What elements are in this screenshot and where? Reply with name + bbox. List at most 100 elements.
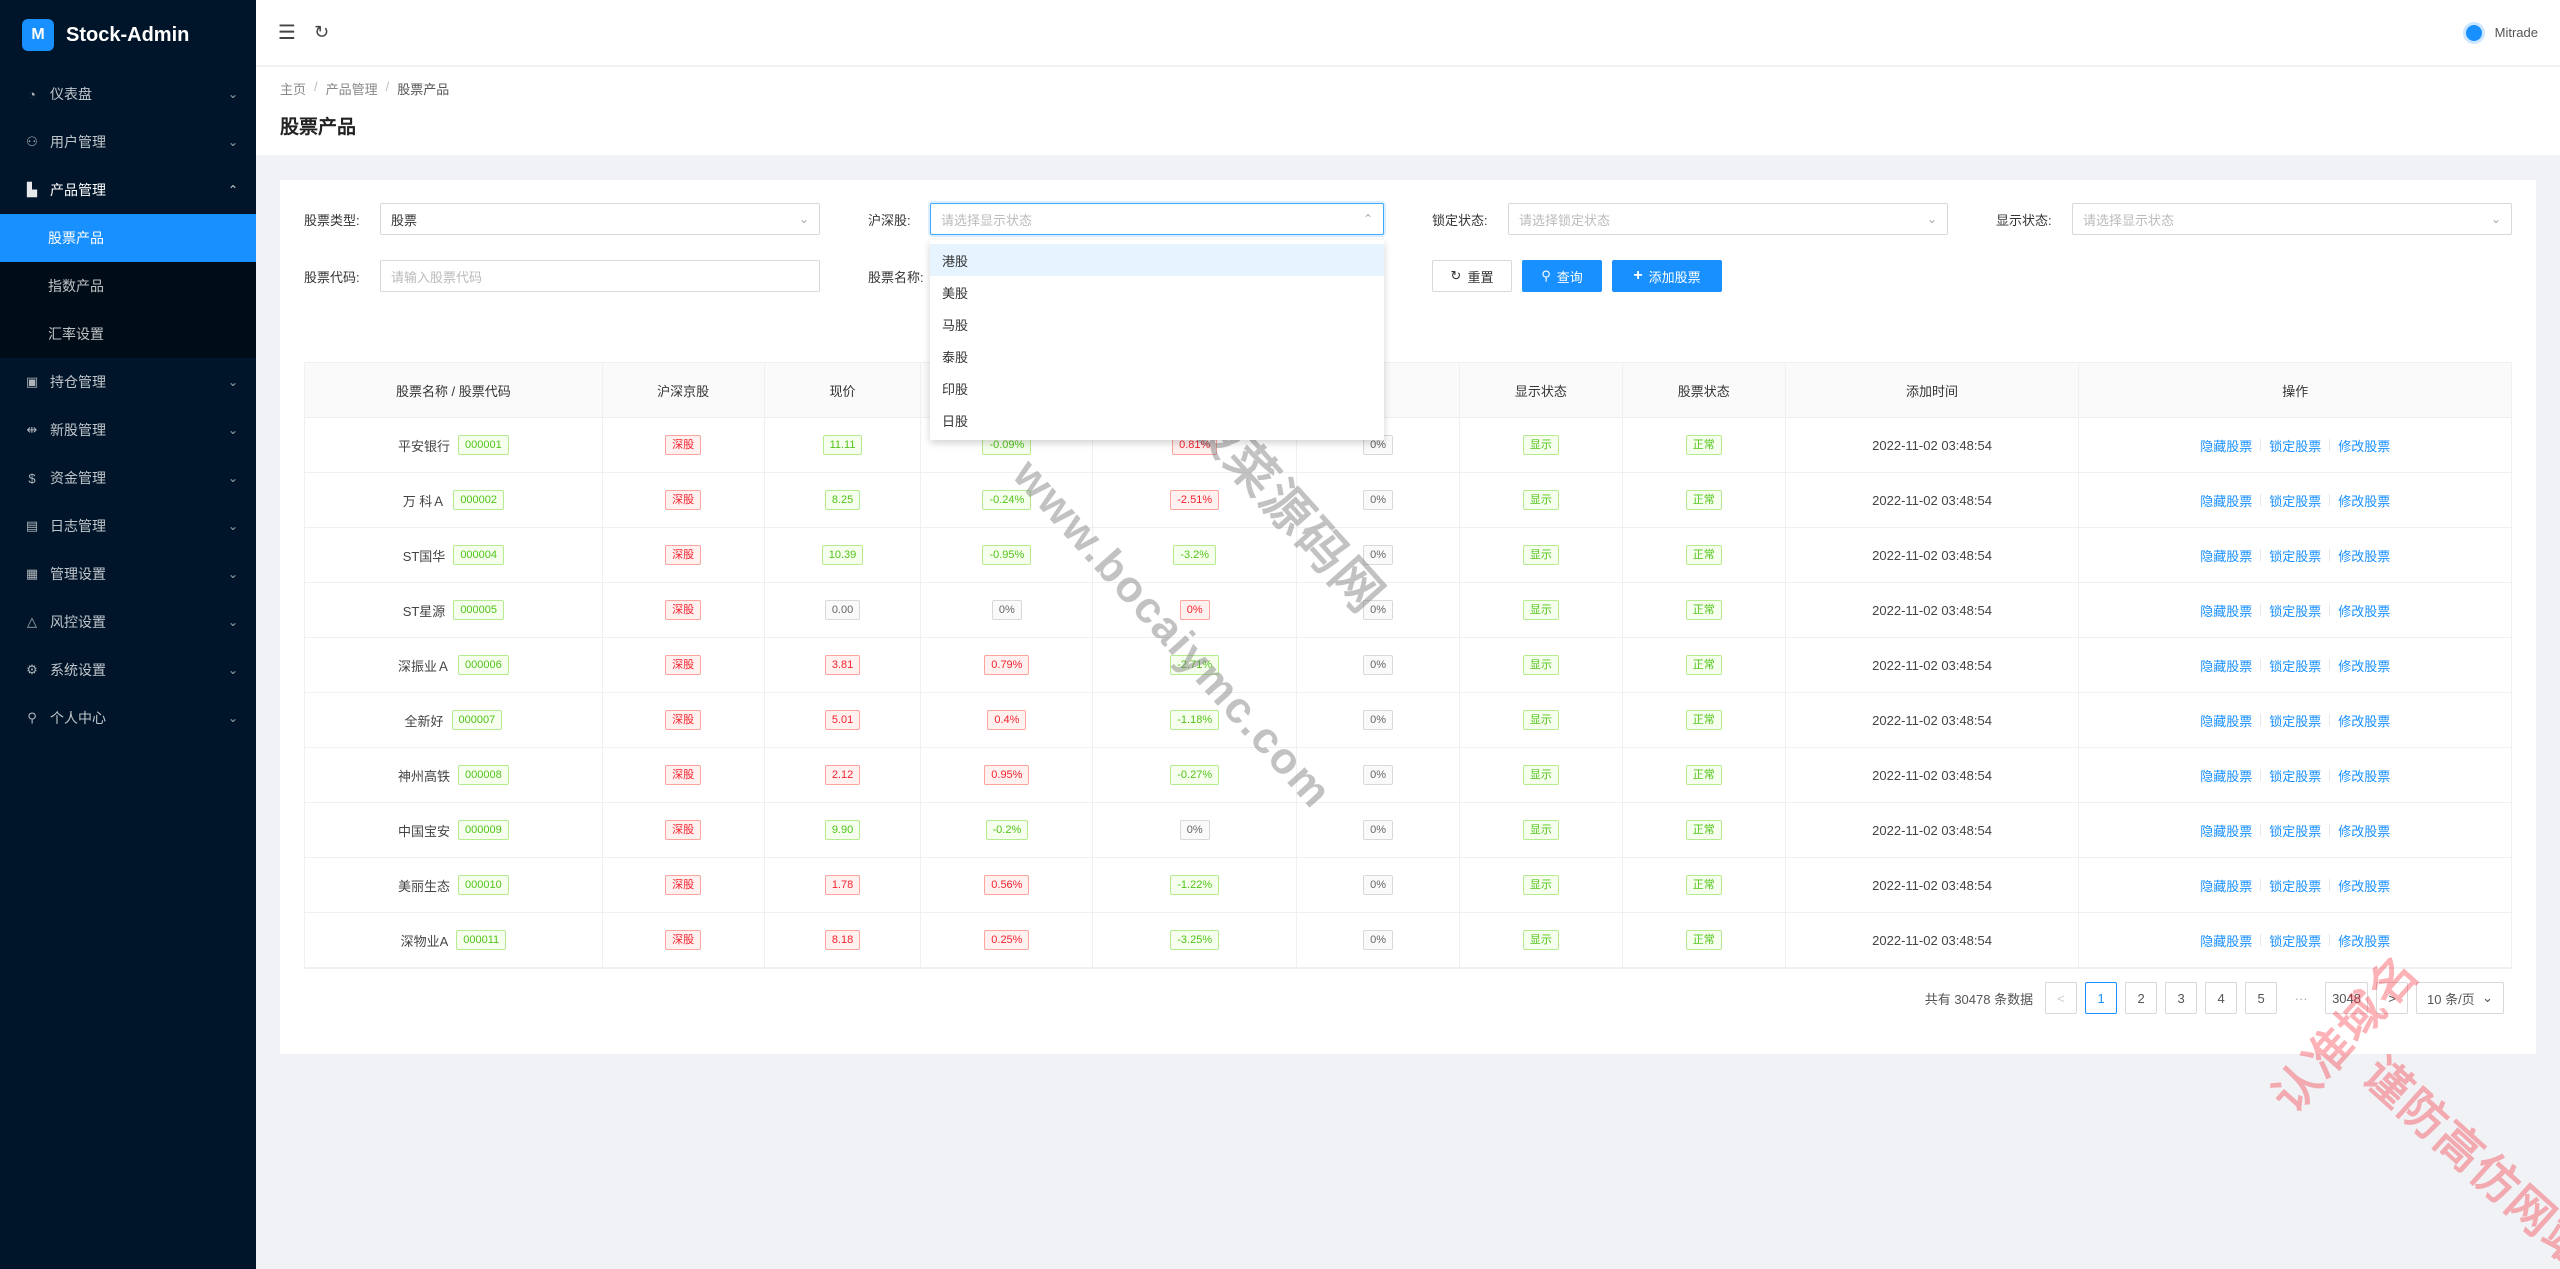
lock-stock-link[interactable]: 锁定股票 [2269, 821, 2321, 840]
sidebar-subitem[interactable]: 指数产品 [0, 262, 256, 310]
edit-stock-link[interactable]: 修改股票 [2338, 656, 2390, 675]
hide-stock-link[interactable]: 隐藏股票 [2200, 821, 2252, 840]
search-button[interactable]: ⚲ 查询 [1522, 260, 1602, 292]
sidebar-item[interactable]: ⚲ 个人中心 ⌄ [0, 694, 256, 742]
stock-type-select[interactable]: 股票 ⌄ [380, 203, 820, 235]
sidebar-item[interactable]: ◔ 仪表盘 ⌄ [0, 70, 256, 118]
sidebar-subitem[interactable]: 汇率设置 [0, 310, 256, 358]
sidebar-subitem[interactable]: 股票产品 [0, 214, 256, 262]
user-menu[interactable]: Mitrade [2462, 21, 2538, 44]
sidebar-item[interactable]: ▤ 日志管理 ⌄ [0, 502, 256, 550]
edit-stock-link[interactable]: 修改股票 [2338, 931, 2390, 950]
edit-stock-link[interactable]: 修改股票 [2338, 491, 2390, 510]
change-cell: 0.95% [921, 748, 1094, 802]
edit-stock-link[interactable]: 修改股票 [2338, 711, 2390, 730]
chevron-down-icon: ⌄ [227, 471, 238, 485]
lock-stock-link[interactable]: 锁定股票 [2269, 711, 2321, 730]
sidebar-item[interactable]: ▙ 产品管理 ⌃ [0, 166, 256, 214]
menu-fold-icon[interactable]: ☰ [278, 20, 296, 45]
add-stock-button[interactable]: + 添加股票 [1612, 260, 1722, 292]
hs-select[interactable]: 请选择显示状态 ⌃ [930, 203, 1384, 235]
sidebar-item[interactable]: △ 风控设置 ⌄ [0, 598, 256, 646]
page-button[interactable]: 2 [2125, 982, 2158, 1014]
sidebar-item-label: 个人中心 [50, 710, 106, 726]
lock-stock-link[interactable]: 锁定股票 [2269, 931, 2321, 950]
hide-stock-link[interactable]: 隐藏股票 [2200, 766, 2252, 785]
hide-stock-link[interactable]: 隐藏股票 [2200, 656, 2252, 675]
show-status-cell: 显示 [1460, 803, 1623, 857]
stock-status-cell: 正常 [1623, 748, 1786, 802]
lock-stock-link[interactable]: 锁定股票 [2269, 601, 2321, 620]
prev-page-button[interactable]: < [2045, 982, 2078, 1014]
lock-stock-link[interactable]: 锁定股票 [2269, 491, 2321, 510]
change-tag: 0.56% [984, 875, 1030, 895]
dropdown-option[interactable]: 印股 [930, 372, 1384, 404]
stock-code-input[interactable]: 请输入股票代码 [380, 260, 820, 292]
table-row: 深振业Ａ 000006 深股 3.81 0.79% -2.71% 0% 显示 正常 2022-11… [305, 638, 2511, 693]
lock-status-select[interactable]: 请选择锁定状态 ⌄ [1508, 203, 1948, 235]
content-card: 股票类型: 股票 ⌄ 沪深股: 请选择显示状态 ⌃ 锁定状态: 请选择锁定状态 … [280, 180, 2536, 1054]
breadcrumb-section[interactable]: 产品管理 [326, 79, 378, 98]
actions-cell: 隐藏股票 锁定股票 修改股票 [2079, 583, 2511, 637]
lock-stock-link[interactable]: 锁定股票 [2269, 766, 2321, 785]
edit-stock-link[interactable]: 修改股票 [2338, 766, 2390, 785]
stock-status-tag: 正常 [1685, 765, 1722, 785]
edit-stock-link[interactable]: 修改股票 [2338, 546, 2390, 565]
hs-label: 沪深股: [868, 213, 911, 228]
refresh-icon[interactable]: ↻ [314, 22, 329, 43]
page-button[interactable]: 3 [2165, 982, 2198, 1014]
rate-tag: 0% [1363, 820, 1393, 840]
next-page-button[interactable]: > [2376, 982, 2408, 1014]
last-page-button[interactable]: 3048 [2325, 982, 2368, 1014]
dropdown-option[interactable]: 港股 [930, 244, 1384, 276]
page-button[interactable]: 4 [2205, 982, 2238, 1014]
reset-button[interactable]: ↻ 重置 [1432, 260, 1512, 292]
app-title: Stock-Admin [66, 23, 190, 46]
edit-stock-link[interactable]: 修改股票 [2338, 601, 2390, 620]
stock-name-cell: 平安银行 000001 [305, 418, 603, 472]
hide-stock-link[interactable]: 隐藏股票 [2200, 491, 2252, 510]
edit-stock-link[interactable]: 修改股票 [2338, 876, 2390, 895]
price-cell: 0.00 [765, 583, 922, 637]
hide-stock-link[interactable]: 隐藏股票 [2200, 436, 2252, 455]
lock-stock-link[interactable]: 锁定股票 [2269, 546, 2321, 565]
hide-stock-link[interactable]: 隐藏股票 [2200, 546, 2252, 565]
logo[interactable]: M Stock-Admin [0, 0, 256, 70]
hide-stock-link[interactable]: 隐藏股票 [2200, 876, 2252, 895]
actions-cell: 隐藏股票 锁定股票 修改股票 [2079, 473, 2511, 527]
change-cell: -0.2% [921, 803, 1094, 857]
dropdown-option[interactable]: 泰股 [930, 340, 1384, 372]
sidebar-item[interactable]: ⚇ 用户管理 ⌄ [0, 118, 256, 166]
sidebar-item[interactable]: ▣ 持仓管理 ⌄ [0, 358, 256, 406]
page-button[interactable]: 5 [2245, 982, 2278, 1014]
value-tag: -3.2% [1173, 545, 1217, 565]
price-tag: 5.01 [824, 710, 861, 730]
edit-stock-link[interactable]: 修改股票 [2338, 821, 2390, 840]
hide-stock-link[interactable]: 隐藏股票 [2200, 601, 2252, 620]
value-cell: -1.22% [1093, 858, 1298, 912]
page-size-select[interactable]: 10 条/页 ⌄ [2416, 982, 2504, 1014]
hide-stock-link[interactable]: 隐藏股票 [2200, 931, 2252, 950]
show-status-select[interactable]: 请选择显示状态 ⌄ [2072, 203, 2512, 235]
sidebar-item[interactable]: $ 资金管理 ⌄ [0, 454, 256, 502]
page-ellipsis[interactable]: ··· [2285, 982, 2318, 1014]
sidebar-submenu: 股票产品 指数产品 汇率设置 [0, 214, 256, 358]
lock-stock-link[interactable]: 锁定股票 [2269, 876, 2321, 895]
lock-stock-link[interactable]: 锁定股票 [2269, 656, 2321, 675]
page-size-value: 10 条/页 [2427, 991, 2475, 1007]
page-button[interactable]: 1 [2085, 982, 2118, 1014]
sidebar-item[interactable]: ⇹ 新股管理 ⌄ [0, 406, 256, 454]
sidebar-item[interactable]: ▦ 管理设置 ⌄ [0, 550, 256, 598]
dropdown-option[interactable]: 日股 [930, 404, 1384, 436]
edit-stock-link[interactable]: 修改股票 [2338, 436, 2390, 455]
dropdown-option[interactable]: 马股 [930, 308, 1384, 340]
sidebar-item[interactable]: ⚙ 系统设置 ⌄ [0, 646, 256, 694]
hide-stock-link[interactable]: 隐藏股票 [2200, 711, 2252, 730]
rate-tag: 0% [1363, 600, 1393, 620]
table-row: 美丽生态 000010 深股 1.78 0.56% -1.22% 0% 显示 正常 2022-11… [305, 858, 2511, 913]
dropdown-option[interactable]: 美股 [930, 276, 1384, 308]
breadcrumb-home[interactable]: 主页 [280, 79, 306, 98]
value-cell: -3.2% [1093, 528, 1298, 582]
lock-stock-link[interactable]: 锁定股票 [2269, 436, 2321, 455]
market-tag: 深股 [665, 655, 702, 675]
